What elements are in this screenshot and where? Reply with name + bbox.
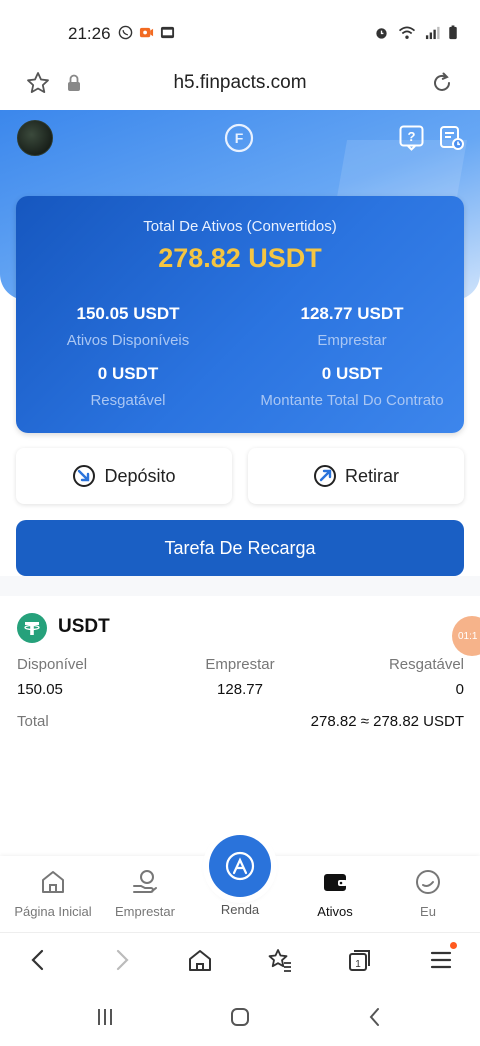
reload-icon[interactable] <box>429 70 455 96</box>
alarm-icon <box>376 28 387 39</box>
lend-icon <box>133 870 157 893</box>
wifi-icon <box>398 26 416 39</box>
assets-summary-card: Total De Ativos (Convertidos) 278.82 USD… <box>16 196 464 433</box>
screenshot-icon <box>160 26 175 39</box>
forward-icon[interactable] <box>108 947 134 973</box>
signal-icon <box>425 26 440 40</box>
system-nav-bar <box>0 988 480 1046</box>
redeemable-value: 0 USDT <box>97 364 159 383</box>
token-name: USDT <box>58 616 110 637</box>
nav-income-label: Renda <box>220 902 260 917</box>
lend-assets: 128.77 USDT Emprestar <box>240 304 464 349</box>
back-icon[interactable] <box>26 947 52 973</box>
video-record-icon <box>139 27 154 38</box>
recent-apps-icon[interactable] <box>94 1006 116 1028</box>
token-redeemable-label: Resgatável <box>388 656 464 673</box>
contract-value: 0 USDT <box>321 364 383 383</box>
system-home-icon[interactable] <box>229 1006 251 1028</box>
nav-me-label: Eu <box>420 904 436 919</box>
finpacts-logo-icon: F <box>224 123 254 153</box>
menu-notification-dot <box>450 942 457 949</box>
withdraw-label: Retirar <box>344 465 399 486</box>
url-text[interactable]: h5.finpacts.com <box>0 72 480 94</box>
total-assets-value: 278.82 USDT <box>158 243 322 273</box>
browser-home-icon[interactable] <box>187 947 213 973</box>
lend-value: 128.77 USDT <box>300 304 404 323</box>
history-icon[interactable] <box>438 124 465 151</box>
nav-home[interactable]: Página Inicial <box>5 868 101 919</box>
svg-text:?: ? <box>408 129 416 144</box>
status-time: 21:26 <box>68 24 111 43</box>
profile-icon <box>416 870 440 894</box>
wallet-icon <box>324 874 347 891</box>
token-total-label: Total <box>17 713 49 730</box>
contract-label: Montante Total Do Contrato <box>260 392 444 409</box>
available-value: 150.05 USDT <box>76 304 180 323</box>
browser-toolbar: 1 <box>0 932 480 988</box>
avatar[interactable] <box>17 120 53 156</box>
system-back-icon[interactable] <box>364 1006 386 1028</box>
battery-icon <box>449 25 457 40</box>
deposit-button[interactable]: Depósito <box>16 448 232 504</box>
tether-icon <box>17 613 47 643</box>
token-redeemable-value: 0 <box>455 681 464 698</box>
available-assets: 150.05 USDT Ativos Disponíveis <box>16 304 240 349</box>
browser-url-bar: h5.finpacts.com <box>0 60 480 110</box>
svg-text:1: 1 <box>355 959 361 970</box>
nav-lend-label: Emprestar <box>115 904 175 919</box>
menu-icon[interactable] <box>428 947 454 973</box>
total-assets-label: Total De Ativos (Convertidos) <box>143 218 337 235</box>
nav-me[interactable]: Eu <box>380 868 476 919</box>
home-icon <box>42 871 64 893</box>
deposit-icon <box>73 465 96 487</box>
available-label: Ativos Disponíveis <box>66 332 190 349</box>
status-bar: 21:26 <box>0 0 480 60</box>
withdraw-button[interactable]: Retirar <box>248 448 464 504</box>
usdt-balance-section: USDT Disponível Emprestar Resgatável 150… <box>0 596 480 756</box>
section-divider <box>0 576 480 596</box>
whatsapp-icon <box>118 25 133 40</box>
token-lend-label: Emprestar <box>205 656 275 673</box>
token-available-value: 150.05 <box>17 681 63 698</box>
income-icon <box>225 851 255 881</box>
token-total-value: 278.82 ≈ 278.82 USDT <box>310 713 464 730</box>
help-icon[interactable]: ? <box>398 124 425 151</box>
bookmarks-icon[interactable] <box>267 947 293 973</box>
redeemable-label: Resgatável <box>90 392 166 409</box>
token-lend-value: 128.77 <box>217 681 263 698</box>
nav-assets[interactable]: Ativos <box>287 868 383 919</box>
redeemable-assets: 0 USDT Resgatável <box>16 364 240 409</box>
deposit-label: Depósito <box>104 465 176 486</box>
withdraw-icon <box>313 465 336 487</box>
lend-label: Emprestar <box>317 332 387 349</box>
nav-assets-label: Ativos <box>317 904 353 919</box>
contract-assets: 0 USDT Montante Total Do Contrato <box>240 364 464 409</box>
svg-text:F: F <box>235 130 244 146</box>
nav-income-button[interactable] <box>209 835 271 897</box>
tabs-icon[interactable]: 1 <box>347 947 373 973</box>
nav-lend[interactable]: Emprestar <box>97 868 193 919</box>
token-available-label: Disponível <box>17 656 88 673</box>
nav-home-label: Página Inicial <box>14 904 92 919</box>
recharge-task-button[interactable]: Tarefa De Recarga <box>16 520 464 576</box>
